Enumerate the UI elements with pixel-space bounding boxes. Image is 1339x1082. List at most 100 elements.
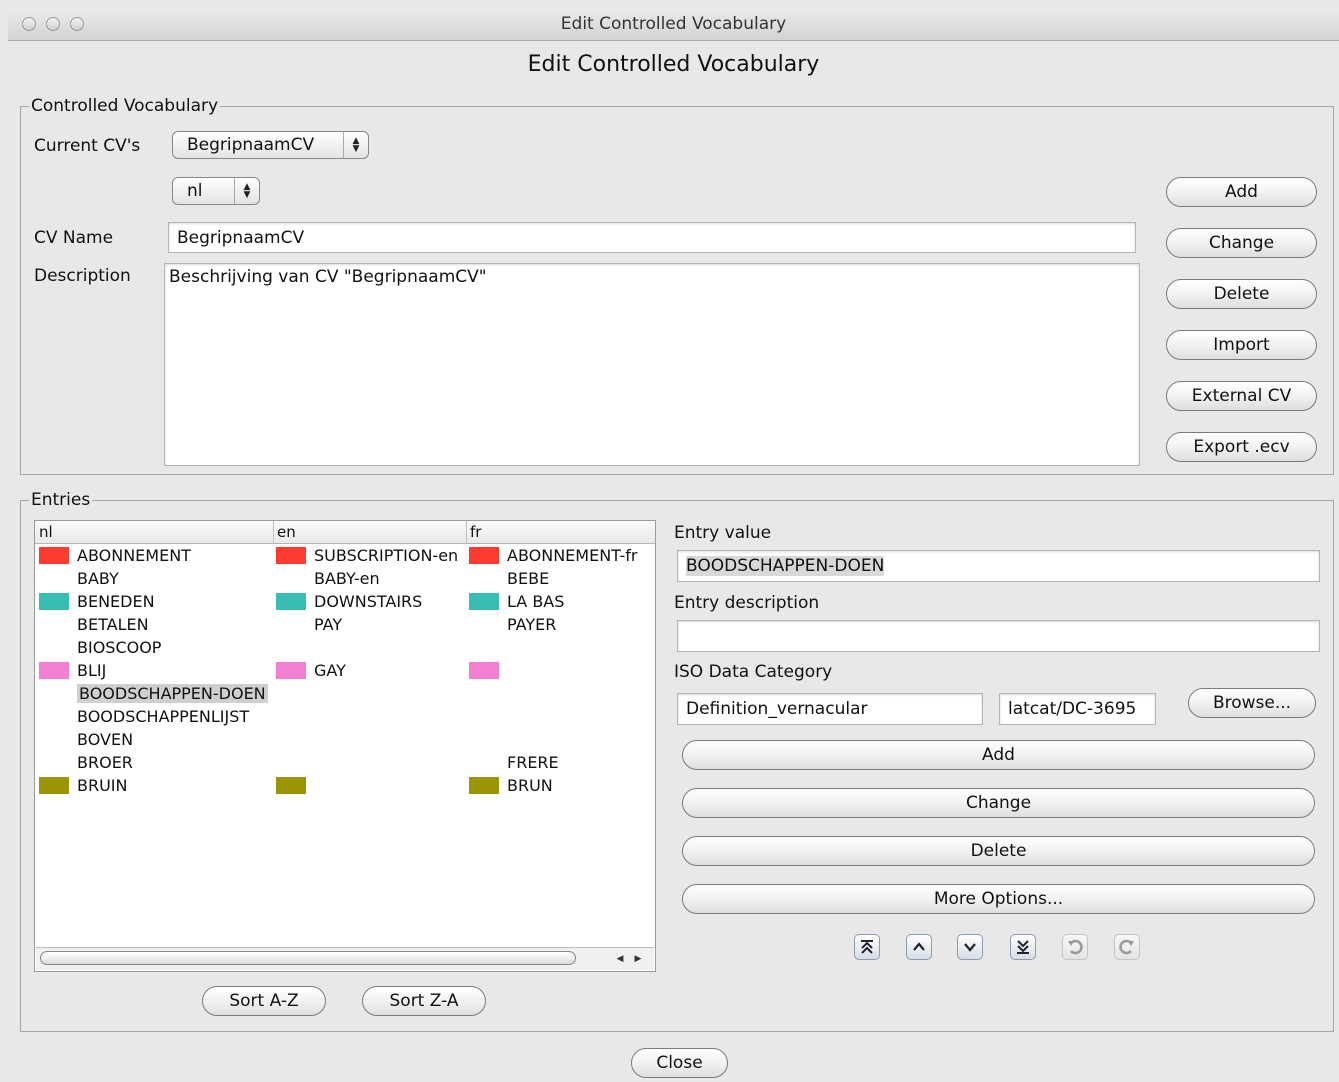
cell-text: BABY (77, 569, 119, 588)
entry-description-field[interactable] (677, 620, 1320, 652)
table-header: nl en fr (35, 521, 655, 544)
sort-za-button[interactable]: Sort Z-A (362, 986, 486, 1016)
color-swatch (276, 639, 306, 656)
cell-text: BRUN (507, 776, 553, 795)
export-ecv-button[interactable]: Export .ecv (1166, 432, 1317, 462)
table-cell-en (276, 751, 314, 774)
table-cell-nl: BRUIN (39, 774, 128, 797)
entry-change-button[interactable]: Change (682, 788, 1315, 818)
table-row[interactable]: BLIJ GAY (35, 659, 655, 682)
move-bottom-icon[interactable] (1010, 934, 1036, 960)
color-swatch (276, 731, 306, 748)
entry-delete-button[interactable]: Delete (682, 836, 1315, 866)
window-title: Edit Controlled Vocabulary (560, 14, 787, 34)
table-row[interactable]: BROER FRERE (35, 751, 655, 774)
color-swatch (469, 547, 499, 564)
cell-text: BETALEN (77, 615, 149, 634)
dialog-heading: Edit Controlled Vocabulary (527, 52, 820, 77)
entry-value-text: BOODSCHAPPEN-DOEN (686, 556, 885, 576)
table-row[interactable]: BETALEN PAY PAYER (35, 613, 655, 636)
table-cell-nl: BIOSCOOP (39, 636, 161, 659)
iso-category-id-field[interactable]: latcat/DC-3695 (999, 693, 1156, 725)
table-cell-en (276, 774, 314, 797)
table-cell-fr: BEBE (469, 567, 549, 590)
table-row[interactable]: ABONNEMENT SUBSCRIPTION-en ABONNEMENT-fr (35, 544, 655, 567)
table-cell-en (276, 682, 314, 705)
move-up-icon[interactable] (906, 934, 932, 960)
table-cell-fr: FRERE (469, 751, 559, 774)
cv-add-button[interactable]: Add (1166, 177, 1317, 207)
color-swatch (39, 708, 69, 725)
table-cell-en: GAY (276, 659, 346, 682)
color-swatch (39, 731, 69, 748)
cell-text: BOODSCHAPPENLIJST (77, 707, 250, 726)
scroll-left-icon[interactable]: ◀ (612, 951, 628, 966)
color-swatch (39, 616, 69, 633)
table-row[interactable]: BABY BABY-en BEBE (35, 567, 655, 590)
color-swatch (276, 708, 306, 725)
column-header-fr[interactable]: fr (470, 523, 481, 541)
column-header-nl[interactable]: nl (39, 523, 53, 541)
table-cell-en: SUBSCRIPTION-en (276, 544, 458, 567)
entries-group-legend: Entries (31, 490, 91, 510)
updown-arrow-icon: ▲ ▼ (234, 178, 259, 204)
table-row[interactable]: BOODSCHAPPEN-DOEN (35, 682, 655, 705)
table-row[interactable]: BRUIN BRUN (35, 774, 655, 797)
color-swatch (469, 754, 499, 771)
color-swatch (39, 639, 69, 656)
color-swatch (469, 616, 499, 633)
current-cv-value: BegripnaamCV (187, 135, 315, 155)
cv-change-button[interactable]: Change (1166, 228, 1317, 258)
cv-delete-button[interactable]: Delete (1166, 279, 1317, 309)
sort-az-button[interactable]: Sort A-Z (202, 986, 326, 1016)
color-swatch (276, 616, 306, 633)
color-swatch (276, 777, 306, 794)
description-field[interactable]: Beschrijving van CV "BegripnaamCV" (164, 263, 1140, 466)
entry-value-field[interactable]: BOODSCHAPPEN-DOEN (677, 550, 1320, 582)
table-cell-fr (469, 636, 507, 659)
cv-name-field[interactable]: BegripnaamCV (168, 222, 1136, 253)
iso-category-name-field[interactable]: Definition_vernacular (677, 693, 983, 725)
cell-text: BOODSCHAPPEN-DOEN (77, 684, 268, 703)
cell-text: FRERE (507, 753, 559, 772)
entry-add-button[interactable]: Add (682, 740, 1315, 770)
horizontal-scrollbar[interactable]: ◀ ▶ (36, 947, 654, 970)
cell-text: BROER (77, 753, 133, 772)
cell-text: BRUIN (77, 776, 128, 795)
browse-button[interactable]: Browse... (1188, 688, 1316, 718)
entries-table[interactable]: nl en fr ABONNEMENT SUBSCRIPTION-en ABONNE… (34, 520, 656, 972)
table-row[interactable]: BOVEN (35, 728, 655, 751)
table-cell-fr: PAYER (469, 613, 556, 636)
cv-name-label: CV Name (34, 228, 114, 248)
color-swatch (276, 685, 306, 702)
column-header-en[interactable]: en (277, 523, 296, 541)
cell-text: ABONNEMENT-fr (507, 546, 638, 565)
column-divider (466, 521, 467, 543)
cell-text: GAY (314, 661, 346, 680)
move-down-icon[interactable] (957, 934, 983, 960)
table-cell-nl: BOODSCHAPPEN-DOEN (39, 682, 268, 705)
close-button[interactable]: Close (631, 1048, 728, 1078)
title-bar: Edit Controlled Vocabulary (8, 8, 1339, 41)
current-cv-select[interactable]: BegripnaamCV ▲ ▼ (172, 131, 369, 159)
table-cell-fr (469, 682, 507, 705)
redo-icon[interactable] (1114, 934, 1140, 960)
table-cell-en (276, 636, 314, 659)
color-swatch (469, 570, 499, 587)
language-value: nl (187, 181, 203, 201)
cell-text: BOVEN (77, 730, 134, 749)
table-row[interactable]: BENEDEN DOWNSTAIRS LA BAS (35, 590, 655, 613)
table-row[interactable]: BOODSCHAPPENLIJST (35, 705, 655, 728)
table-row[interactable]: BIOSCOOP (35, 636, 655, 659)
scrollbar-thumb[interactable] (40, 951, 576, 965)
table-cell-fr: ABONNEMENT-fr (469, 544, 637, 567)
cv-import-button[interactable]: Import (1166, 330, 1317, 360)
cell-text: LA BAS (507, 592, 565, 611)
undo-icon[interactable] (1062, 934, 1088, 960)
table-cell-fr: BRUN (469, 774, 553, 797)
external-cv-button[interactable]: External CV (1166, 381, 1317, 411)
scroll-right-icon[interactable]: ▶ (630, 951, 646, 966)
move-top-icon[interactable] (854, 934, 880, 960)
language-select[interactable]: nl ▲ ▼ (172, 177, 260, 205)
more-options-button[interactable]: More Options... (682, 884, 1315, 914)
